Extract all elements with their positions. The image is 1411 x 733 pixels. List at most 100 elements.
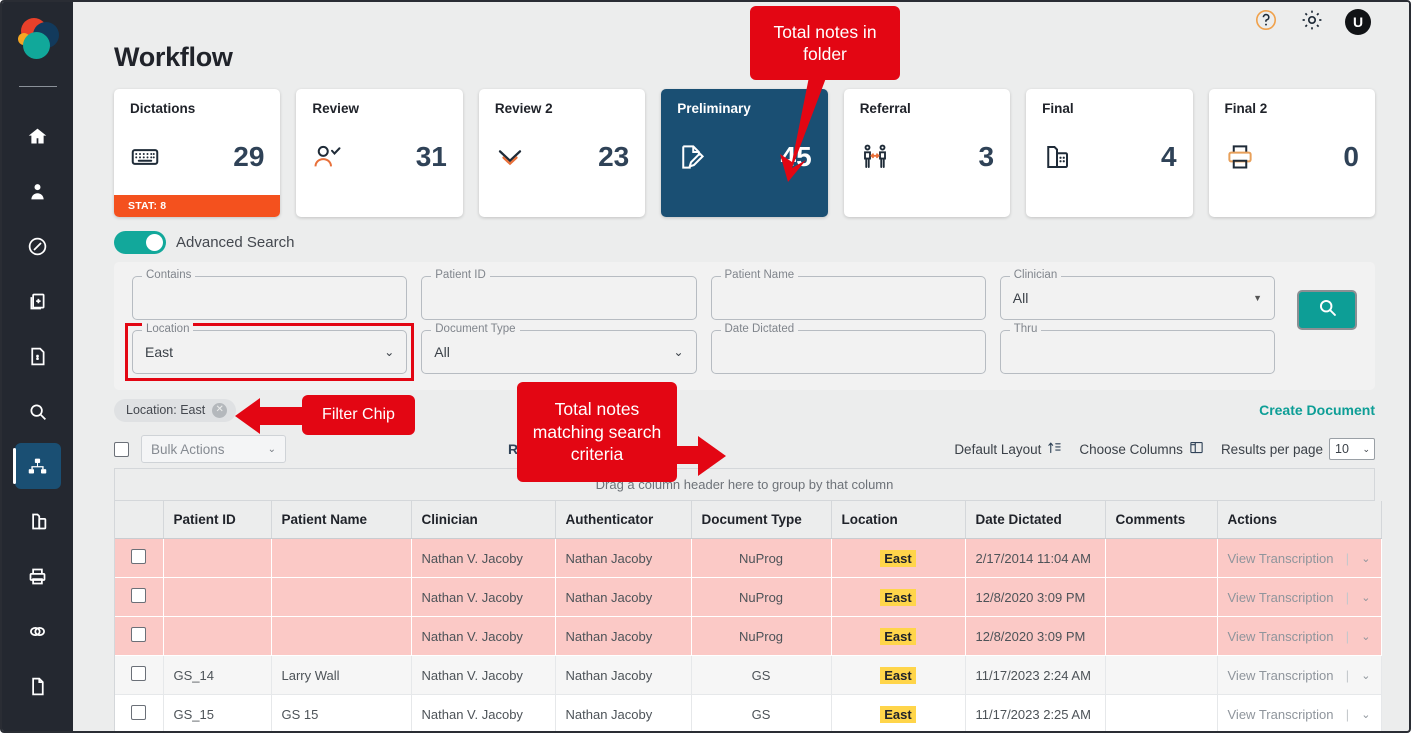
sidebar-item-home[interactable] — [15, 113, 61, 159]
view-transcription-link[interactable]: View Transcription — [1228, 629, 1334, 644]
field-location: Location East ⌄ — [132, 330, 407, 374]
bulk-actions-select[interactable]: Bulk Actions ⌄ — [141, 435, 286, 463]
patient-name-input[interactable] — [711, 276, 986, 320]
status-card-referral[interactable]: Referral 3 — [844, 89, 1010, 217]
create-document-link[interactable]: Create Document — [1259, 402, 1375, 418]
select-all-checkbox[interactable] — [114, 442, 129, 457]
view-transcription-link[interactable]: View Transcription — [1228, 551, 1334, 566]
settings-button[interactable] — [1299, 9, 1325, 35]
field-document-type: Document Type All ⌄ — [421, 330, 696, 374]
sidebar-item-files[interactable] — [15, 663, 61, 709]
cell-patient-id — [163, 578, 271, 617]
cell-patient-name: GS 15 — [271, 695, 411, 732]
sidebar-item-search[interactable] — [15, 388, 61, 434]
cell-patient-name: Larry Wall — [271, 656, 411, 695]
table-row[interactable]: Nathan V. Jacoby Nathan Jacoby NuProg Ea… — [115, 617, 1381, 656]
results-table: Patient ID Patient Name Clinician Authen… — [115, 501, 1382, 731]
filter-chip-location[interactable]: Location: East ✕ — [114, 399, 236, 422]
location-select[interactable]: East ⌄ — [132, 330, 407, 374]
row-checkbox[interactable] — [131, 549, 146, 564]
field-legend: Location — [142, 323, 193, 335]
row-checkbox[interactable] — [131, 627, 146, 642]
row-checkbox-cell[interactable] — [115, 539, 163, 578]
sidebar-item-compass[interactable] — [15, 223, 61, 269]
column-header-comments[interactable]: Comments — [1105, 501, 1217, 539]
status-card-preliminary[interactable]: Preliminary 45 — [661, 89, 827, 217]
close-icon[interactable]: ✕ — [212, 403, 227, 418]
view-transcription-link[interactable]: View Transcription — [1228, 590, 1334, 605]
chevron-down-icon[interactable]: ⌄ — [1361, 630, 1370, 643]
cell-patient-id — [163, 617, 271, 656]
advanced-search-toggle[interactable] — [114, 231, 166, 254]
sidebar-item-links[interactable] — [15, 608, 61, 654]
location-badge: East — [880, 550, 915, 567]
document-type-select[interactable]: All ⌄ — [421, 330, 696, 374]
table-row[interactable]: Nathan V. Jacoby Nathan Jacoby NuProg Ea… — [115, 578, 1381, 617]
cell-comments — [1105, 656, 1217, 695]
row-checkbox-cell[interactable] — [115, 656, 163, 695]
status-card-review[interactable]: Review 31 — [296, 89, 462, 217]
column-header-clinician[interactable]: Clinician — [411, 501, 555, 539]
chevron-down-icon[interactable]: ⌄ — [1361, 669, 1370, 682]
column-header-patient-id[interactable]: Patient ID — [163, 501, 271, 539]
table-body: Nathan V. Jacoby Nathan Jacoby NuProg Ea… — [115, 539, 1381, 732]
choose-columns-button[interactable]: Choose Columns — [1079, 440, 1204, 458]
location-badge: East — [880, 628, 915, 645]
column-header-actions[interactable]: Actions — [1217, 501, 1381, 539]
row-checkbox-cell[interactable] — [115, 617, 163, 656]
stat-badge: STAT: 8 — [114, 195, 280, 217]
card-title: Review 2 — [495, 101, 629, 116]
view-transcription-link[interactable]: View Transcription — [1228, 668, 1334, 683]
table-row[interactable]: GS_14 Larry Wall Nathan V. Jacoby Nathan… — [115, 656, 1381, 695]
double-check-icon — [495, 142, 525, 172]
row-checkbox[interactable] — [131, 588, 146, 603]
table-row[interactable]: Nathan V. Jacoby Nathan Jacoby NuProg Ea… — [115, 539, 1381, 578]
contains-input[interactable] — [132, 276, 407, 320]
date-dictated-input[interactable] — [711, 330, 986, 374]
column-header-location[interactable]: Location — [831, 501, 965, 539]
help-button[interactable] — [1253, 9, 1279, 35]
sidebar-item-fax[interactable] — [15, 498, 61, 544]
status-card-review-2[interactable]: Review 2 23 — [479, 89, 645, 217]
row-checkbox-cell[interactable] — [115, 578, 163, 617]
sidebar-item-workflow[interactable] — [15, 443, 61, 489]
cell-document-type: NuProg — [691, 617, 831, 656]
patient-id-input[interactable] — [421, 276, 696, 320]
column-header-document-type[interactable]: Document Type — [691, 501, 831, 539]
cell-location: East — [831, 617, 965, 656]
default-layout-button[interactable]: Default Layout — [954, 440, 1062, 458]
group-by-dropzone[interactable]: Drag a column header here to group by th… — [115, 469, 1374, 501]
field-contains: Contains — [132, 276, 407, 320]
sidebar-divider — [19, 86, 57, 87]
cell-actions: View Transcription | ⌄ — [1217, 539, 1381, 578]
view-transcription-link[interactable]: View Transcription — [1228, 707, 1334, 722]
chevron-down-icon[interactable]: ⌄ — [1361, 708, 1370, 721]
table-row[interactable]: GS_15 GS 15 Nathan V. Jacoby Nathan Jaco… — [115, 695, 1381, 732]
column-header-authenticator[interactable]: Authenticator — [555, 501, 691, 539]
chevron-down-icon[interactable]: ⌄ — [1361, 591, 1370, 604]
column-header-date-dictated[interactable]: Date Dictated — [965, 501, 1105, 539]
search-button[interactable] — [1297, 290, 1357, 330]
chevron-down-icon[interactable]: ⌄ — [1361, 552, 1370, 565]
status-card-dictations[interactable]: Dictations 29 STAT: 8 — [114, 89, 280, 217]
column-header-patient-name[interactable]: Patient Name — [271, 501, 411, 539]
location-badge: East — [880, 589, 915, 606]
cell-actions: View Transcription | ⌄ — [1217, 695, 1381, 732]
row-checkbox[interactable] — [131, 705, 146, 720]
row-checkbox[interactable] — [131, 666, 146, 681]
sidebar-item-print[interactable] — [15, 553, 61, 599]
page-title: Workflow — [114, 42, 1375, 73]
thru-input[interactable] — [1000, 330, 1275, 374]
bulk-actions-label: Bulk Actions — [151, 442, 225, 457]
results-per-page-select[interactable]: 10 ⌄ — [1329, 438, 1375, 460]
sidebar-item-add-document[interactable] — [15, 278, 61, 324]
row-checkbox-cell[interactable] — [115, 695, 163, 732]
sidebar-item-patients[interactable] — [15, 168, 61, 214]
column-header-select[interactable] — [115, 501, 163, 539]
invoice-icon — [27, 346, 48, 367]
clinician-select[interactable]: All ▼ — [1000, 276, 1275, 320]
sidebar-item-billing[interactable] — [15, 333, 61, 379]
status-card-final[interactable]: Final 4 — [1026, 89, 1192, 217]
avatar[interactable]: U — [1345, 9, 1371, 35]
status-card-final-2[interactable]: Final 2 0 — [1209, 89, 1375, 217]
